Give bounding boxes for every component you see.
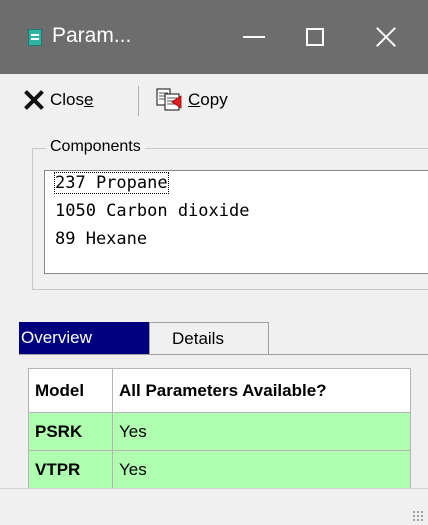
close-window-button[interactable] <box>356 14 416 60</box>
tab-details[interactable]: Details <box>149 322 269 354</box>
close-x-icon <box>24 90 44 110</box>
list-item[interactable]: 1050 Carbon dioxide <box>55 201 249 221</box>
copy-button-label: Copy <box>188 90 228 109</box>
cell-model[interactable]: PSRK <box>28 412 113 451</box>
table-row[interactable]: VTPR Yes <box>28 450 411 489</box>
maximize-icon <box>306 28 324 46</box>
maximize-button[interactable] <box>285 14 345 60</box>
close-button-label: Close <box>50 90 94 109</box>
grid-header-row: Model All Parameters Available? <box>28 368 411 413</box>
parameters-grid: Model All Parameters Available? PSRK Yes… <box>28 368 411 489</box>
cell-available[interactable]: Yes <box>112 412 411 451</box>
status-bar <box>0 488 428 525</box>
cell-model[interactable]: VTPR <box>28 450 113 489</box>
toolbar-separator <box>138 86 139 116</box>
minimize-button[interactable] <box>224 14 284 60</box>
column-header-model[interactable]: Model <box>28 368 113 413</box>
resize-grip[interactable] <box>412 510 424 522</box>
list-item[interactable]: 89 Hexane <box>55 229 147 249</box>
tab-overview[interactable]: Overview <box>19 322 149 354</box>
copy-icon <box>156 88 182 111</box>
window-title: Param... <box>52 24 132 47</box>
tab-overview-label: Overview <box>21 328 92 347</box>
table-row[interactable]: PSRK Yes <box>28 412 411 451</box>
close-button[interactable]: Close <box>24 84 93 116</box>
database-icon <box>28 29 42 46</box>
copy-button[interactable]: Copy <box>156 84 228 116</box>
column-header-available[interactable]: All Parameters Available? <box>112 368 411 413</box>
components-listbox[interactable]: 237 Propane 1050 Carbon dioxide 89 Hexan… <box>44 170 428 274</box>
toolbar: Close Copy <box>18 74 428 126</box>
list-item[interactable]: 237 Propane <box>54 172 169 194</box>
cell-available[interactable]: Yes <box>112 450 411 489</box>
tab-details-label: Details <box>172 328 224 348</box>
parameters-window: Param... Close Copy Components 237 Propa… <box>0 0 428 525</box>
title-bar[interactable]: Param... <box>0 0 428 74</box>
close-icon <box>375 26 397 48</box>
tab-strip: Overview Details <box>19 322 428 354</box>
minimize-icon <box>243 36 265 38</box>
components-legend: Components <box>46 138 145 156</box>
